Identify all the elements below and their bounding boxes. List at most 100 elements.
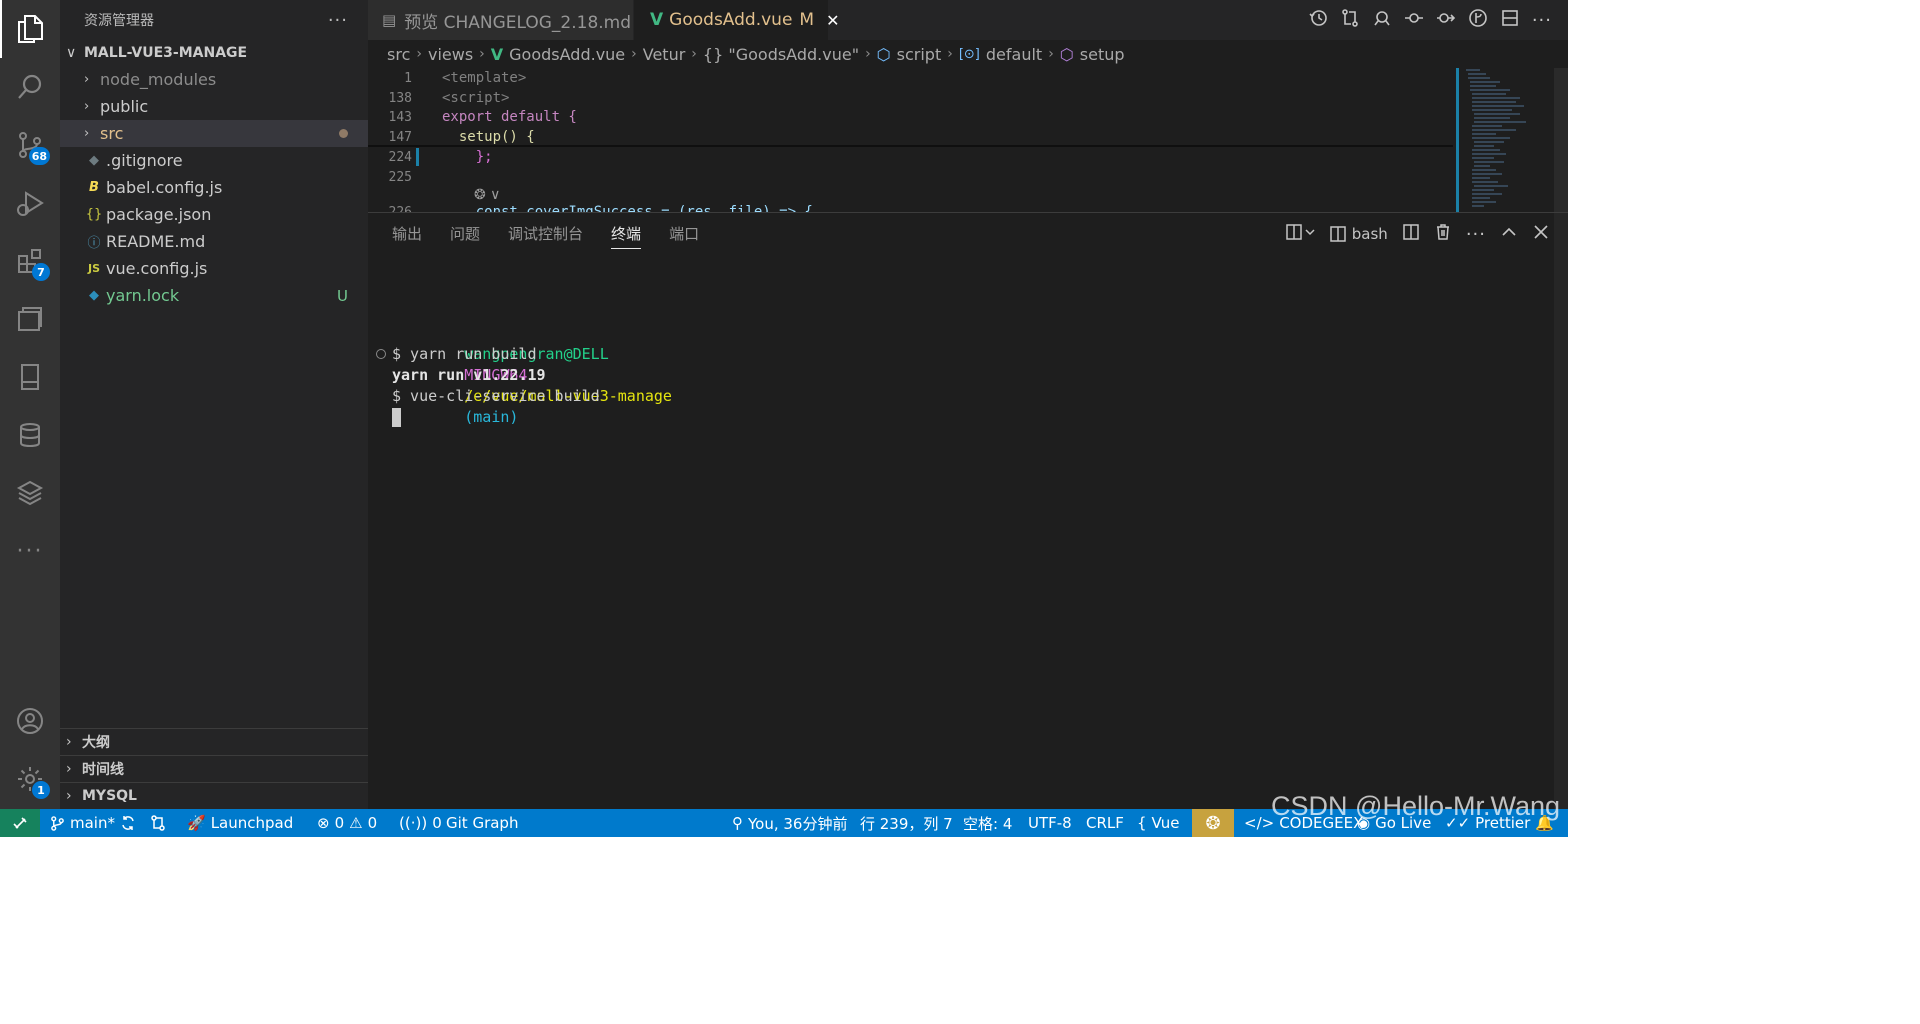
- ports-count: 0: [432, 814, 442, 832]
- extensions-icon[interactable]: 7: [0, 232, 60, 290]
- run-debug-icon[interactable]: [0, 174, 60, 232]
- breadcrumb-item[interactable]: default: [986, 45, 1042, 64]
- explorer-icon[interactable]: [0, 0, 60, 58]
- close-panel-icon[interactable]: [1532, 223, 1550, 245]
- editor-scrollbar[interactable]: [1554, 68, 1568, 212]
- status-problems[interactable]: ⊗ 0 ⚠ 0: [317, 809, 377, 837]
- minimap[interactable]: [1456, 68, 1548, 212]
- status-launchpad[interactable]: 🚀 Launchpad: [187, 809, 293, 837]
- panel-actions: bash ···: [1286, 223, 1550, 245]
- chevron-right-icon: ›: [84, 72, 90, 87]
- breadcrumb-item[interactable]: src: [387, 45, 410, 64]
- settings-badge: 1: [32, 781, 50, 799]
- split-editor-icon[interactable]: [1500, 8, 1520, 33]
- breadcrumb-item[interactable]: views: [428, 45, 473, 64]
- tree-file-package-json[interactable]: {} package.json: [60, 201, 368, 228]
- layers-icon[interactable]: [0, 464, 60, 522]
- maximize-panel-icon[interactable]: [1500, 223, 1518, 245]
- error-icon: ⊗: [317, 814, 330, 832]
- editor-actions: ···: [1308, 0, 1552, 40]
- symbol-method-icon: ⬡: [1059, 44, 1074, 64]
- tab-goodsadd-vue[interactable]: V GoodsAdd.vue M ✕: [634, 0, 839, 40]
- panel-tab-ports[interactable]: 端口: [669, 223, 699, 249]
- split-terminal-icon[interactable]: [1402, 223, 1420, 245]
- tree-folder-src[interactable]: › src: [60, 120, 368, 147]
- gitlens-icon[interactable]: [1372, 8, 1392, 33]
- terminal-output[interactable]: wangpengran@DELL MINGW64 /e/vue/mall-vue…: [392, 323, 672, 428]
- panel-tab-problems[interactable]: 问题: [450, 223, 480, 249]
- more-actions-icon[interactable]: ···: [1466, 224, 1486, 245]
- status-eol[interactable]: CRLF: [1086, 809, 1124, 837]
- previous-change-icon[interactable]: [1404, 8, 1424, 33]
- section-timeline[interactable]: › 时间线: [60, 755, 368, 782]
- status-indentation[interactable]: 空格: 4: [963, 809, 1012, 837]
- compare-changes-icon[interactable]: [1340, 8, 1360, 33]
- status-branch[interactable]: main*: [50, 809, 136, 837]
- code-line: 1 <template>: [368, 68, 1453, 88]
- branch-label: main*: [70, 814, 115, 832]
- git-graph-icon[interactable]: [1468, 8, 1488, 33]
- sidebar-sections: › 大纲 › 时间线 › MYSQL: [60, 728, 368, 809]
- terminal-instance[interactable]: bash: [1330, 225, 1388, 243]
- panel-scrollbar[interactable]: [1554, 213, 1568, 810]
- panel-tab-terminal[interactable]: 终端: [611, 223, 642, 249]
- breadcrumb-item[interactable]: Vetur: [643, 45, 686, 64]
- code-text: <script>: [442, 90, 510, 106]
- section-outline[interactable]: › 大纲: [60, 728, 368, 755]
- command-decoration-icon[interactable]: [376, 349, 386, 359]
- sidebar-more-icon[interactable]: ···: [328, 10, 348, 31]
- settings-gear-icon[interactable]: 1: [0, 750, 60, 808]
- status-ports[interactable]: ((·)) 0: [399, 809, 442, 837]
- timeline-icon[interactable]: [1308, 8, 1328, 33]
- git-graph-status-icon[interactable]: [150, 809, 166, 837]
- section-mysql[interactable]: › MYSQL: [60, 782, 368, 809]
- status-language[interactable]: { Vue: [1137, 809, 1180, 837]
- breadcrumb-item[interactable]: GoodsAdd.vue: [509, 45, 625, 64]
- bookmark-icon[interactable]: [0, 348, 60, 406]
- tree-file-vue-config[interactable]: JS vue.config.js: [60, 255, 368, 282]
- panel-tab-output[interactable]: 输出: [392, 223, 422, 249]
- more-icon[interactable]: ···: [0, 522, 60, 580]
- yarn-file-icon: ◆: [89, 288, 99, 303]
- symbol-module-icon: ⬡: [876, 44, 891, 64]
- broadcast-icon: ((·)): [399, 814, 428, 832]
- vscode-window: 68 7 ··· 1 资源管理器 ··· ∨ MALL-VUE3-MANAGE …: [0, 0, 1568, 837]
- panel-tab-debug-console[interactable]: 调试控制台: [508, 223, 583, 249]
- preview-icon: ▤: [382, 11, 397, 29]
- tree-file-readme[interactable]: ⓘ README.md: [60, 228, 368, 255]
- trash-icon[interactable]: [1434, 223, 1452, 245]
- status-cursor-position[interactable]: 行 239，列 7: [860, 809, 953, 837]
- tree-folder-public[interactable]: › public: [60, 93, 368, 120]
- tree-file-yarn-lock[interactable]: ◆ yarn.lock U: [60, 282, 368, 309]
- account-icon[interactable]: [0, 692, 60, 750]
- breadcrumb-item[interactable]: script: [897, 45, 942, 64]
- code-editor[interactable]: 1 <template> 138 <script> 143 export def…: [368, 68, 1568, 212]
- search-icon[interactable]: [0, 58, 60, 116]
- source-control-icon[interactable]: 68: [0, 116, 60, 174]
- babel-file-icon: B: [89, 180, 99, 195]
- status-encoding[interactable]: UTF-8: [1028, 809, 1072, 837]
- tree-file-babel-config[interactable]: B babel.config.js: [60, 174, 368, 201]
- workspace-root[interactable]: ∨ MALL-VUE3-MANAGE: [60, 40, 368, 66]
- new-terminal-layout-icon[interactable]: [1286, 223, 1316, 245]
- database-icon[interactable]: [0, 406, 60, 464]
- launchpad-label: Launchpad: [210, 814, 294, 832]
- bottom-panel: 输出 问题 调试控制台 终端 端口 bash ··· wangpengran@D…: [368, 212, 1568, 810]
- tab-changelog-preview[interactable]: ▤ 预览 CHANGELOG_2.18.md: [368, 0, 633, 40]
- code-text: export default {: [442, 109, 577, 125]
- breadcrumb-item[interactable]: setup: [1080, 45, 1125, 64]
- tree-file-gitignore[interactable]: ◆ .gitignore: [60, 147, 368, 174]
- codegeex-logo-icon[interactable]: ❂: [1192, 809, 1234, 837]
- status-blame[interactable]: ⚲ You, 36分钟前: [732, 809, 847, 837]
- tree-folder-node-modules[interactable]: › node_modules: [60, 66, 368, 93]
- remote-indicator-icon[interactable]: [0, 809, 40, 837]
- remote-explorer-icon[interactable]: [0, 290, 60, 348]
- status-git-graph[interactable]: Git Graph: [446, 809, 518, 837]
- line-number: 226: [388, 204, 412, 213]
- section-label: 大纲: [82, 735, 110, 751]
- breadcrumb-item[interactable]: {} "GoodsAdd.vue": [703, 45, 859, 64]
- next-change-icon[interactable]: [1436, 8, 1456, 33]
- close-icon[interactable]: ✕: [826, 11, 839, 30]
- codegeex-hint-icon[interactable]: ❂ ∨: [474, 187, 500, 203]
- more-actions-icon[interactable]: ···: [1532, 10, 1552, 31]
